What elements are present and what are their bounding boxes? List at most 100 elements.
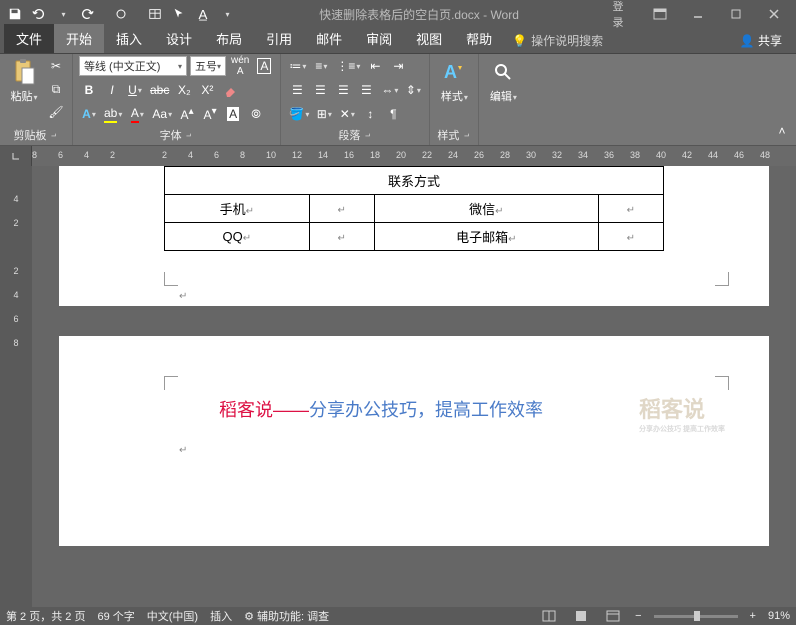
status-mode[interactable]: 插入 <box>210 608 232 624</box>
tab-insert[interactable]: 插入 <box>104 24 154 53</box>
sort-button[interactable]: ↕ <box>360 104 380 124</box>
undo-dropdown[interactable] <box>52 3 74 25</box>
tab-selector[interactable] <box>0 146 32 166</box>
table-cell[interactable]: 电子邮箱 <box>374 223 598 251</box>
align-left-button[interactable]: ☰ <box>287 80 307 100</box>
login-button[interactable]: 登录 <box>600 2 636 26</box>
font-name-box[interactable]: 等线 (中文正文)▾ <box>79 56 187 76</box>
qat-circle-icon[interactable] <box>110 3 132 25</box>
page-container[interactable]: 联系方式 手机 微信 QQ 电子邮箱 <box>32 166 796 607</box>
text-effects-button[interactable]: A <box>79 104 99 124</box>
share-button[interactable]: 👤 共享 <box>730 28 792 53</box>
superscript-button[interactable]: X² <box>197 80 217 100</box>
decrease-indent-button[interactable]: ⇤ <box>365 56 385 76</box>
align-right-button[interactable]: ☰ <box>333 80 353 100</box>
enclosed-char-button[interactable]: A <box>223 104 243 124</box>
minimize-button[interactable] <box>680 2 716 26</box>
paste-button[interactable]: 粘贴 <box>6 56 42 106</box>
format-painter-button[interactable]: 🖌 <box>46 102 66 122</box>
shading-button[interactable]: 🪣 <box>287 104 311 124</box>
table-cell[interactable] <box>598 223 663 251</box>
bold-button[interactable]: B <box>79 80 99 100</box>
strikethrough-button[interactable]: abc <box>148 80 171 100</box>
increase-indent-button[interactable]: ⇥ <box>388 56 408 76</box>
status-a11y[interactable]: ⚙ 辅助功能: 调查 <box>244 608 329 624</box>
change-case-button[interactable]: Aa <box>150 104 174 124</box>
tab-design[interactable]: 设计 <box>154 24 204 53</box>
status-words[interactable]: 69 个字 <box>97 608 134 624</box>
multilevel-button[interactable]: ⋮≡ <box>334 56 362 76</box>
table-cell[interactable]: 手机 <box>165 195 310 223</box>
numbering-button[interactable]: ≡ <box>311 56 331 76</box>
tab-help[interactable]: 帮助 <box>454 24 504 53</box>
shrink-font-button[interactable]: A▾ <box>200 104 220 124</box>
bullets-button[interactable]: ≔ <box>287 56 308 76</box>
zoom-thumb[interactable] <box>694 611 700 621</box>
table-cell[interactable] <box>309 223 374 251</box>
zoom-level[interactable]: 91% <box>768 610 790 622</box>
clear-format-button[interactable] <box>220 80 240 100</box>
char-border-button[interactable]: A <box>254 56 274 76</box>
underline-button[interactable]: U <box>125 80 145 100</box>
horizontal-ruler[interactable]: 8642246810121416182022242628303234363840… <box>0 146 796 166</box>
borders-button[interactable]: ⊞ <box>314 104 334 124</box>
copy-button[interactable]: ⧉ <box>46 79 66 99</box>
view-read-button[interactable] <box>539 609 559 623</box>
styles-launcher[interactable] <box>461 130 471 140</box>
ruler-scale[interactable]: 8642246810121416182022242628303234363840… <box>32 146 796 166</box>
table-header[interactable]: 联系方式 <box>165 167 664 195</box>
align-center-button[interactable]: ☰ <box>310 80 330 100</box>
collapse-ribbon-button[interactable]: ˄ <box>772 121 792 141</box>
cut-button[interactable]: ✂ <box>46 56 66 76</box>
table-cell[interactable] <box>598 195 663 223</box>
table-cell[interactable]: 微信 <box>374 195 598 223</box>
line-spacing-button[interactable]: ⇕ <box>403 80 423 100</box>
tab-view[interactable]: 视图 <box>404 24 454 53</box>
tab-references[interactable]: 引用 <box>254 24 304 53</box>
justify-button[interactable]: ☰ <box>356 80 376 100</box>
zoom-slider[interactable] <box>654 615 738 618</box>
save-button[interactable] <box>4 3 26 25</box>
zoom-in-button[interactable]: + <box>750 610 756 622</box>
tab-review[interactable]: 审阅 <box>354 24 404 53</box>
view-web-button[interactable] <box>603 609 623 623</box>
char-shading-button[interactable]: ⦾ <box>246 104 266 124</box>
italic-button[interactable]: I <box>102 80 122 100</box>
table-cell[interactable]: QQ <box>165 223 310 251</box>
zoom-out-button[interactable]: − <box>635 610 641 622</box>
asian-layout-button[interactable]: ✕ <box>337 104 357 124</box>
font-size-box[interactable]: 五号▾ <box>190 56 226 76</box>
tab-mailings[interactable]: 邮件 <box>304 24 354 53</box>
tab-home[interactable]: 开始 <box>54 24 104 53</box>
close-button[interactable] <box>756 2 792 26</box>
grow-font-button[interactable]: A▴ <box>177 104 197 124</box>
qat-text-icon[interactable]: A̲ <box>192 3 214 25</box>
distribute-button[interactable]: ⇔ <box>379 80 400 100</box>
styles-button[interactable]: A 样式 <box>436 56 472 106</box>
redo-button[interactable] <box>76 3 98 25</box>
tab-layout[interactable]: 布局 <box>204 24 254 53</box>
status-page[interactable]: 第 2 页，共 2 页 <box>6 608 85 624</box>
vertical-ruler[interactable]: 422468 <box>0 166 32 607</box>
highlight-button[interactable]: ab <box>102 104 124 124</box>
subscript-button[interactable]: X₂ <box>174 80 194 100</box>
font-launcher[interactable] <box>184 130 194 140</box>
tell-me[interactable]: 💡 操作说明搜索 <box>504 28 611 53</box>
ribbon-options-button[interactable] <box>642 2 678 26</box>
font-color-button[interactable]: A <box>127 104 147 124</box>
editing-button[interactable]: 编辑 <box>485 56 521 106</box>
paragraph-launcher[interactable] <box>362 130 372 140</box>
status-lang[interactable]: 中文(中国) <box>147 608 198 624</box>
contact-table[interactable]: 联系方式 手机 微信 QQ 电子邮箱 <box>164 166 664 251</box>
undo-button[interactable] <box>28 3 50 25</box>
clipboard-launcher[interactable] <box>49 130 59 140</box>
table-cell[interactable] <box>309 195 374 223</box>
tab-file[interactable]: 文件 <box>4 24 54 53</box>
view-print-button[interactable] <box>571 609 591 623</box>
qat-customize[interactable] <box>216 3 238 25</box>
phonetic-guide-button[interactable]: wénA <box>229 56 251 76</box>
qat-table-icon[interactable] <box>144 3 166 25</box>
qat-select-icon[interactable] <box>168 3 190 25</box>
maximize-button[interactable] <box>718 2 754 26</box>
show-marks-button[interactable]: ¶ <box>383 104 403 124</box>
